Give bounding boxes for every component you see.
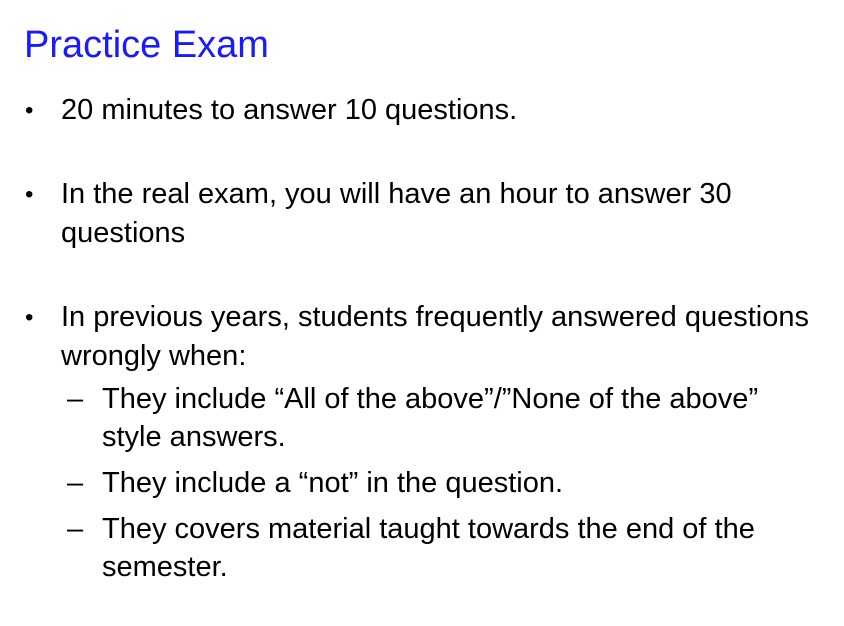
sub-bullet-text: They covers material taught towards the …: [102, 513, 755, 583]
sub-bullet-text: They include “All of the above”/”None of…: [102, 383, 759, 453]
bullet-item-2: • In the real exam, you will have an hou…: [24, 175, 824, 253]
bullet-text: In the real exam, you will have an hour …: [61, 178, 732, 249]
sub-bullet-item-2: – They include a “not” in the question.: [61, 464, 824, 502]
dash-icon: –: [67, 467, 84, 499]
bullet-icon: •: [25, 181, 34, 208]
slide-title: Practice Exam: [24, 24, 269, 66]
bullet-list: • 20 minutes to answer 10 questions. • I…: [24, 91, 824, 586]
dash-icon: –: [67, 513, 84, 545]
sub-bullet-text: They include a “not” in the question.: [102, 467, 564, 499]
sub-bullet-list: – They include “All of the above”/”None …: [61, 380, 824, 586]
bullet-item-1: • 20 minutes to answer 10 questions.: [24, 91, 824, 130]
bullet-text: In previous years, students frequently a…: [61, 301, 809, 372]
sub-bullet-item-3: – They covers material taught towards th…: [61, 510, 824, 586]
sub-bullet-item-1: – They include “All of the above”/”None …: [61, 380, 824, 456]
bullet-icon: •: [25, 304, 34, 331]
dash-icon: –: [67, 383, 84, 415]
bullet-icon: •: [25, 97, 34, 124]
bullet-item-3: • In previous years, students frequently…: [24, 298, 824, 586]
bullet-text: 20 minutes to answer 10 questions.: [61, 94, 518, 126]
slide: Practice Exam • 20 minutes to answer 10 …: [0, 0, 844, 626]
